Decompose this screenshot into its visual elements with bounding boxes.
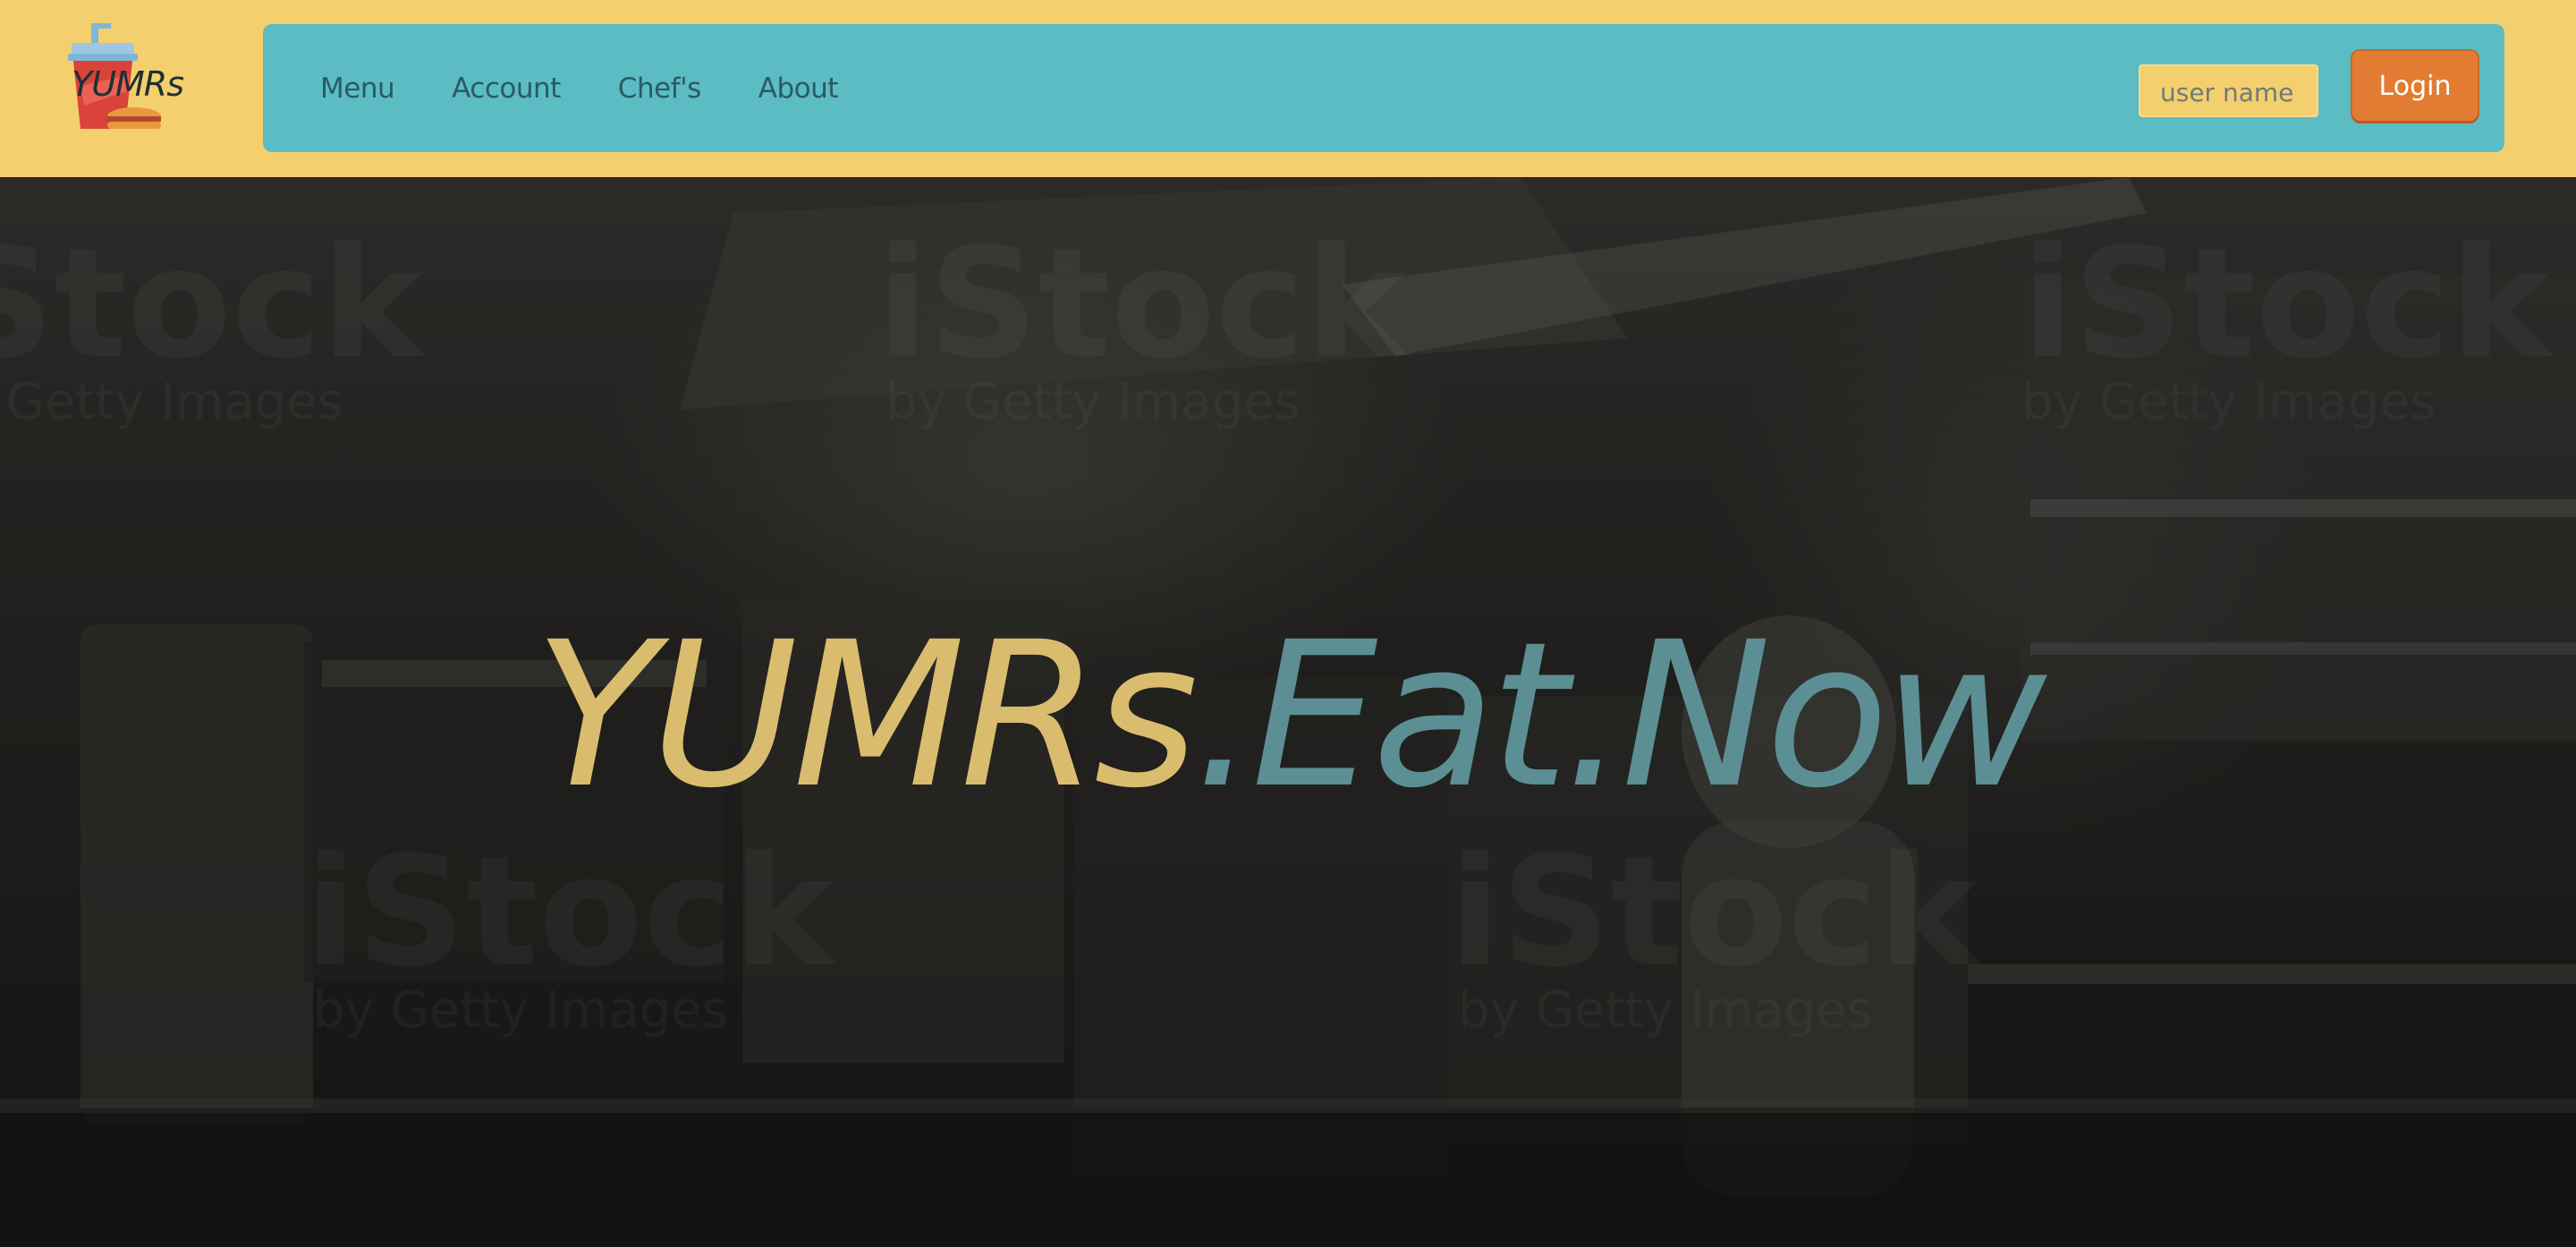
hero-title-tail: .Eat.Now xyxy=(1192,598,2047,833)
nav-link-about[interactable]: About xyxy=(758,72,839,105)
hero-section: iStock by Getty Images iStock by Getty I… xyxy=(0,177,2576,1247)
main-navbar: Menu Account Chef's About Login xyxy=(263,24,2504,152)
nav-link-chefs[interactable]: Chef's xyxy=(618,72,701,105)
brand-logo[interactable]: YUMRs xyxy=(64,23,190,134)
hero-title-brand: YUMRs xyxy=(534,598,1198,833)
nav-link-account[interactable]: Account xyxy=(452,72,561,105)
nav-link-menu[interactable]: Menu xyxy=(320,72,395,105)
hero-title: YUMRs.Eat.Now xyxy=(0,615,2576,816)
login-button[interactable]: Login xyxy=(2352,51,2478,121)
site-header: YUMRs Menu Account Chef's About Login xyxy=(0,0,2576,177)
username-input[interactable] xyxy=(2139,64,2318,117)
nav-links: Menu Account Chef's About xyxy=(320,24,838,152)
logo-text: YUMRs xyxy=(72,64,184,104)
